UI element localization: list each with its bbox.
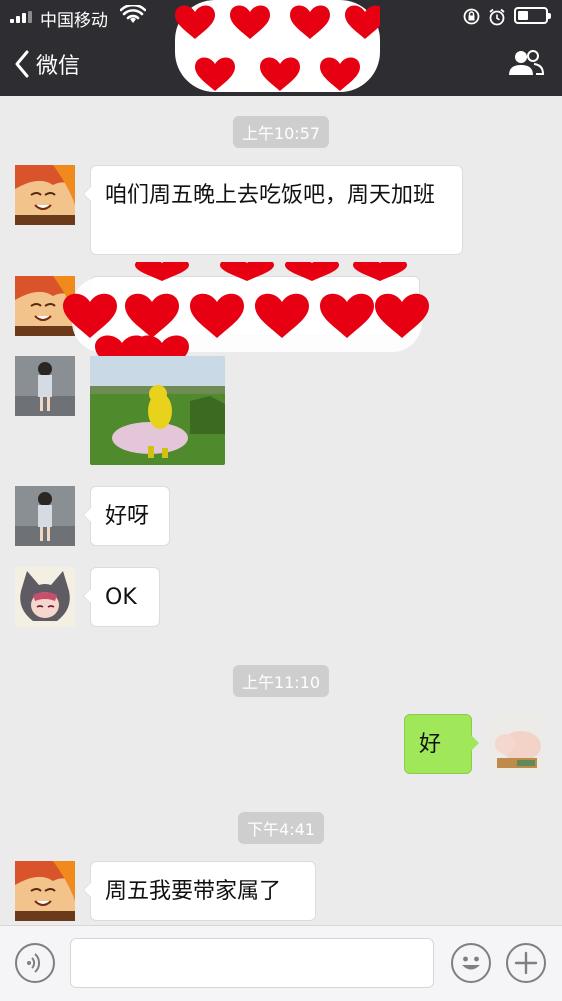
message-bubble[interactable]: OK [83,567,160,627]
emoji-icon [462,956,480,970]
timestamp: 上午10:57 [232,116,330,148]
back-button[interactable]: 微信 [14,46,80,82]
message-bubble[interactable]: 周五我要带家属了 [83,861,316,921]
avatar-self[interactable] [487,714,547,774]
avatar[interactable] [15,356,75,416]
voice-icon [27,953,41,973]
more-button[interactable] [506,943,546,983]
alarm-icon [489,8,505,26]
censored-message [63,262,429,362]
carrier-name: 中国移动 [40,11,108,31]
signal-icon [10,11,34,23]
rotation-lock-icon [463,8,480,25]
avatar[interactable] [15,861,75,921]
avatar[interactable] [15,567,75,627]
image-message[interactable] [90,356,225,465]
voice-button[interactable] [15,943,55,983]
back-label: 微信 [36,54,81,79]
message-input[interactable] [70,938,434,988]
message-bubble-self[interactable]: 好 [404,714,479,774]
input-bar [0,925,562,1001]
message-bubble[interactable]: 咱们周五晚上去吃饭吧，周天加班 [83,165,463,255]
avatar[interactable] [15,165,75,225]
avatar[interactable] [15,486,75,546]
battery-icon [514,7,551,24]
plus-icon [514,951,538,975]
chevron-left-icon [15,50,29,78]
wifi-icon [120,5,146,23]
message-bubble[interactable]: 好呀 [83,486,170,546]
chat-info-button[interactable] [508,48,544,78]
emoji-button[interactable] [451,943,491,983]
censored-title [175,0,380,92]
timestamp: 上午11:10 [232,665,330,697]
timestamp: 下午4:41 [238,812,324,844]
